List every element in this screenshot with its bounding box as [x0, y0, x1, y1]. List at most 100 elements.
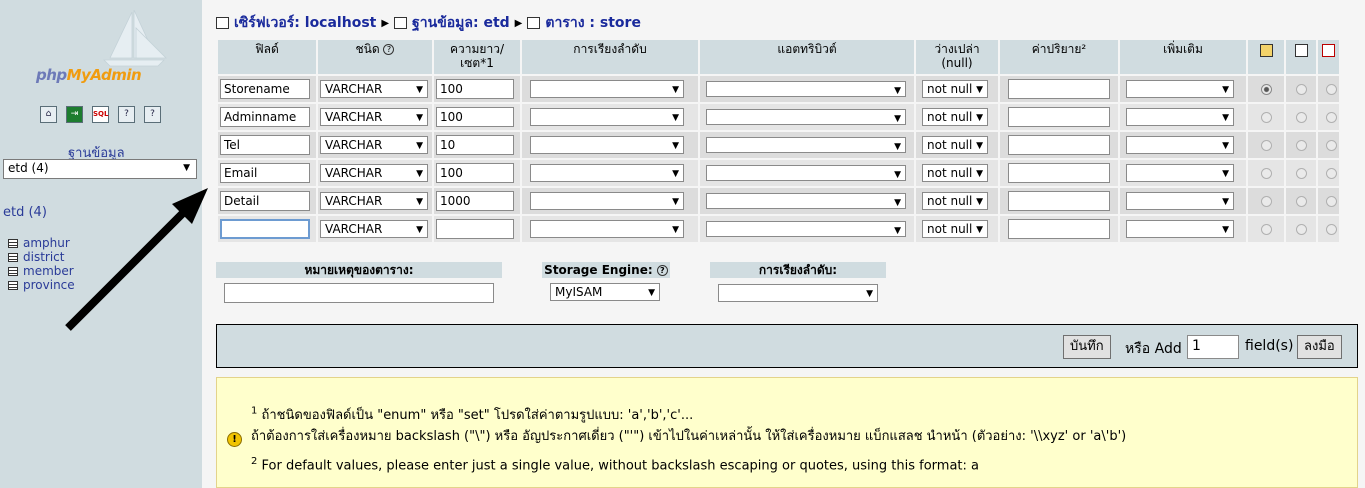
field-attributes-select[interactable]: ▼ [706, 165, 906, 181]
field-extra-select[interactable]: ▼ [1126, 80, 1234, 98]
go-button[interactable]: ลงมือ [1297, 335, 1342, 359]
unique-radio[interactable] [1326, 111, 1337, 123]
list-item[interactable]: province [8, 278, 75, 292]
field-default-input[interactable] [1008, 219, 1110, 239]
field-null-select[interactable]: not null ▼ [922, 192, 988, 210]
field-collation-select[interactable]: ▼ [530, 136, 684, 154]
field-attributes-select[interactable]: ▼ [706, 193, 906, 209]
field-default-input[interactable] [1008, 191, 1110, 211]
field-default-input[interactable] [1008, 163, 1110, 183]
field-null-select[interactable]: not null ▼ [922, 80, 988, 98]
field-name-input[interactable]: Email [220, 163, 310, 183]
table-icon[interactable] [8, 280, 18, 290]
field-default-input[interactable] [1008, 107, 1110, 127]
index-radio[interactable] [1295, 111, 1307, 123]
index-radio[interactable] [1295, 223, 1307, 235]
list-item[interactable]: amphur [8, 236, 75, 250]
table-icon[interactable] [8, 238, 18, 248]
list-item[interactable]: district [8, 250, 75, 264]
field-null-select[interactable]: not null ▼ [922, 164, 988, 182]
index-radio[interactable] [1295, 83, 1307, 95]
field-type-select[interactable]: VARCHAR ▼ [320, 192, 428, 210]
field-default-input[interactable] [1008, 135, 1110, 155]
docs-icon[interactable]: ? [144, 106, 161, 123]
storage-engine-select[interactable]: MyISAM ▼ [550, 283, 660, 301]
field-collation-select[interactable]: ▼ [530, 192, 684, 210]
unique-radio[interactable] [1326, 223, 1337, 235]
field-attributes-select[interactable]: ▼ [706, 221, 906, 237]
table-link-district[interactable]: district [23, 250, 64, 264]
field-type-select[interactable]: VARCHAR ▼ [320, 80, 428, 98]
field-null-select[interactable]: not null ▼ [922, 136, 988, 154]
query-window-icon[interactable]: ? [118, 106, 135, 123]
table-icon[interactable] [8, 252, 18, 262]
index-radio[interactable] [1295, 195, 1307, 207]
exit-icon[interactable]: ⇥ [66, 106, 83, 123]
chevron-down-icon: ▼ [672, 141, 679, 151]
field-name-input[interactable]: Storename [220, 79, 310, 99]
table-link-amphur[interactable]: amphur [23, 236, 70, 250]
field-default-input[interactable] [1008, 79, 1110, 99]
field-type-select[interactable]: VARCHAR ▼ [320, 108, 428, 126]
primary-key-radio[interactable] [1260, 139, 1272, 151]
field-name-input[interactable]: Tel [220, 135, 310, 155]
field-type-select[interactable]: VARCHAR ▼ [320, 136, 428, 154]
breadcrumb-table[interactable]: ตาราง : store [545, 12, 641, 34]
index-radio[interactable] [1295, 167, 1307, 179]
field-extra-select[interactable]: ▼ [1126, 108, 1234, 126]
primary-key-radio[interactable] [1260, 83, 1272, 95]
save-button[interactable]: บันทึก [1063, 335, 1111, 359]
field-extra-select[interactable]: ▼ [1126, 164, 1234, 182]
field-length-input[interactable]: 10 [436, 135, 514, 155]
field-extra-select[interactable]: ▼ [1126, 192, 1234, 210]
field-null-select[interactable]: not null ▼ [922, 220, 988, 238]
index-radio[interactable] [1295, 139, 1307, 151]
field-extra-select[interactable]: ▼ [1126, 136, 1234, 154]
database-link[interactable]: etd (4) [3, 205, 47, 220]
unique-radio[interactable] [1326, 167, 1337, 179]
field-length-input[interactable]: 100 [436, 79, 514, 99]
breadcrumb-server[interactable]: เซิร์ฟเวอร์: localhost [234, 12, 376, 34]
field-name-input[interactable]: Adminname [220, 107, 310, 127]
breadcrumb-database[interactable]: ฐานข้อมูล: etd [412, 12, 510, 34]
home-icon[interactable]: ⌂ [40, 106, 57, 123]
phpmyadmin-logo[interactable]: phpMyAdmin [36, 66, 142, 84]
field-length-input[interactable]: 1000 [436, 191, 514, 211]
field-collation-select[interactable]: ▼ [530, 220, 684, 238]
primary-key-radio[interactable] [1260, 167, 1272, 179]
database-select[interactable]: etd (4) ▼ [3, 159, 197, 179]
field-collation-select[interactable]: ▼ [530, 164, 684, 182]
table-link-member[interactable]: member [23, 264, 74, 278]
unique-radio[interactable] [1326, 139, 1337, 151]
unique-radio[interactable] [1326, 195, 1337, 207]
field-null-select[interactable]: not null ▼ [922, 108, 988, 126]
field-type-select[interactable]: VARCHAR ▼ [320, 220, 428, 238]
table-comment-input[interactable] [224, 283, 494, 303]
table-collation-select[interactable]: ▼ [718, 284, 878, 302]
field-attributes-select[interactable]: ▼ [706, 137, 906, 153]
primary-key-radio[interactable] [1260, 223, 1272, 235]
help-icon[interactable]: ? [656, 265, 668, 276]
field-collation-select[interactable]: ▼ [530, 80, 684, 98]
field-collation-select[interactable]: ▼ [530, 108, 684, 126]
field-attributes-select[interactable]: ▼ [706, 81, 906, 97]
field-attributes-select[interactable]: ▼ [706, 109, 906, 125]
sql-icon[interactable]: SQL [92, 106, 109, 123]
header-collation-label: การเรียงลำดับ [573, 42, 647, 56]
table-link-province[interactable]: province [23, 278, 75, 292]
field-name-input[interactable]: Detail [220, 191, 310, 211]
list-item[interactable]: member [8, 264, 75, 278]
table-icon[interactable] [8, 266, 18, 276]
field-length-input[interactable]: 100 [436, 163, 514, 183]
field-length-input[interactable] [436, 219, 514, 239]
unique-radio[interactable] [1326, 83, 1337, 95]
primary-key-radio[interactable] [1260, 111, 1272, 123]
chevron-down-icon: ▼ [648, 288, 655, 298]
primary-key-radio[interactable] [1260, 195, 1272, 207]
add-fields-count-input[interactable]: 1 [1187, 335, 1239, 359]
field-type-select[interactable]: VARCHAR ▼ [320, 164, 428, 182]
help-icon[interactable]: ? [383, 44, 395, 55]
field-length-input[interactable]: 100 [436, 107, 514, 127]
field-name-input[interactable] [220, 219, 310, 239]
field-extra-select[interactable]: ▼ [1126, 220, 1234, 238]
